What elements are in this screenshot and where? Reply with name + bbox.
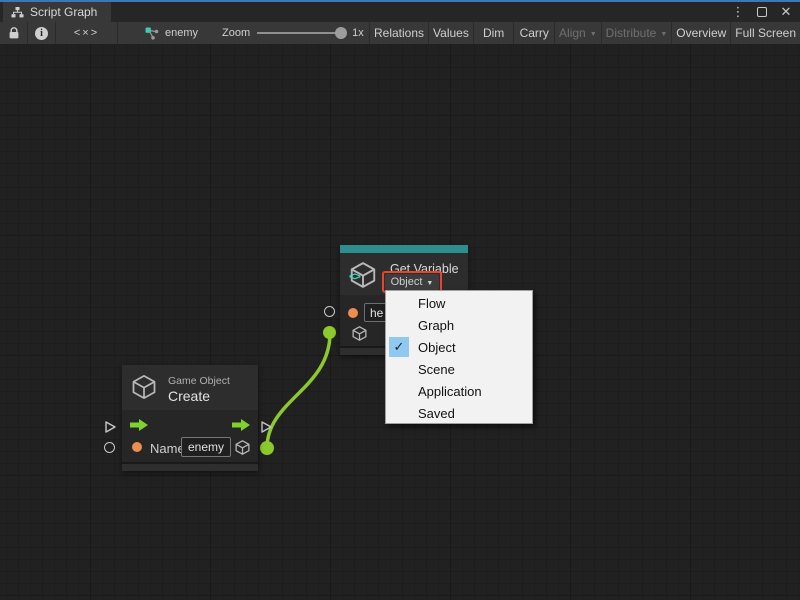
relations-button[interactable]: Relations — [370, 22, 429, 44]
fullscreen-button[interactable]: Full Screen — [731, 22, 800, 44]
dim-button[interactable]: Dim — [474, 22, 515, 44]
create-name-input-port[interactable] — [104, 442, 115, 453]
variable-scope-dropdown[interactable]: Object ▼ — [385, 274, 439, 290]
menu-item-object[interactable]: ✓ Object — [386, 336, 532, 358]
check-icon: ✓ — [389, 337, 409, 357]
zoom-slider-handle[interactable] — [335, 27, 347, 39]
zoom-control: Zoom 1x — [215, 22, 370, 44]
gameobject-cube-icon — [130, 373, 158, 401]
tab-script-graph[interactable]: Script Graph — [3, 2, 111, 22]
connection-wire[interactable] — [267, 333, 330, 448]
create-body: Name — [122, 410, 258, 462]
toolbar-buttons: Relations Values Dim Carry Align ▼ Distr… — [370, 22, 800, 44]
check-icon — [389, 381, 409, 401]
graph-canvas[interactable]: <> Get Variable Object ▼ — [0, 44, 800, 600]
lock-icon — [8, 27, 20, 40]
menu-item-scene[interactable]: Scene — [386, 358, 532, 380]
overview-button[interactable]: Overview — [672, 22, 731, 44]
distribute-button[interactable]: Distribute ▼ — [602, 22, 673, 44]
create-flow-output-port[interactable] — [259, 420, 273, 434]
menu-item-application[interactable]: Application — [386, 380, 532, 402]
create-footer — [122, 462, 258, 471]
carry-button[interactable]: Carry — [514, 22, 555, 44]
zoom-value: 1x — [352, 27, 364, 39]
getvariable-source-input-port[interactable] — [323, 326, 336, 339]
check-icon — [389, 315, 409, 335]
create-gameobject-output-port[interactable] — [260, 441, 274, 455]
name-label: Name — [150, 441, 185, 456]
script-graph-window: Script Graph ⋮ ✕ i <×> e — [0, 0, 800, 600]
output-cube-icon — [234, 439, 251, 456]
scope-caret-icon: ▼ — [426, 280, 433, 287]
flow-in-arrow-icon — [129, 418, 149, 432]
graph-toolbar: i <×> enemy Zoom 1x Relations Values Dim — [0, 22, 800, 44]
values-button[interactable]: Values — [429, 22, 474, 44]
create-header: Game Object Create — [122, 365, 258, 410]
graph-icon — [145, 27, 159, 40]
close-icon[interactable]: ✕ — [778, 4, 794, 20]
string-port-dot[interactable] — [348, 308, 358, 318]
zoom-label: Zoom — [222, 27, 250, 39]
variable-code-icon: <> — [349, 271, 360, 283]
flow-out-arrow-icon — [231, 418, 251, 432]
check-icon — [389, 359, 409, 379]
menu-item-saved[interactable]: Saved — [386, 402, 532, 424]
code-toggle-button[interactable]: <×> — [56, 22, 118, 44]
menu-item-flow[interactable]: Flow — [386, 292, 532, 314]
get-variable-accent-bar — [340, 245, 468, 253]
menu-item-graph[interactable]: Graph — [386, 314, 532, 336]
lock-button[interactable] — [0, 22, 28, 44]
name-port-dot[interactable] — [132, 442, 142, 452]
code-icon: <×> — [74, 27, 99, 39]
tab-title: Script Graph — [30, 5, 97, 19]
window-controls: ⋮ ✕ — [730, 2, 794, 22]
get-variable-header: <> Get Variable Object ▼ — [340, 253, 468, 295]
check-icon — [389, 293, 409, 313]
info-button[interactable]: i — [28, 22, 56, 44]
check-icon — [389, 403, 409, 423]
distribute-caret-icon: ▼ — [660, 31, 667, 38]
align-caret-icon: ▼ — [590, 31, 597, 38]
zoom-slider[interactable] — [257, 32, 345, 34]
create-title: Create — [168, 388, 210, 404]
titlebar: Script Graph ⋮ ✕ — [0, 2, 800, 22]
scope-menu: Flow Graph ✓ Object Scene Application Sa… — [385, 290, 533, 424]
info-icon: i — [35, 27, 48, 40]
graph-tab-icon — [11, 7, 24, 18]
create-category: Game Object — [168, 375, 230, 387]
getvariable-name-input-port[interactable] — [324, 306, 335, 317]
create-node[interactable]: Game Object Create Name — [122, 365, 258, 471]
gameobject-port-cube-icon[interactable] — [351, 325, 368, 342]
name-value-field[interactable] — [181, 437, 231, 457]
graph-name: enemy — [165, 27, 198, 39]
align-button[interactable]: Align ▼ — [555, 22, 602, 44]
maximize-icon[interactable] — [754, 4, 770, 20]
create-flow-input-port[interactable] — [103, 420, 117, 434]
graph-breadcrumb[interactable]: enemy — [118, 22, 215, 44]
window-menu-icon[interactable]: ⋮ — [730, 4, 746, 20]
